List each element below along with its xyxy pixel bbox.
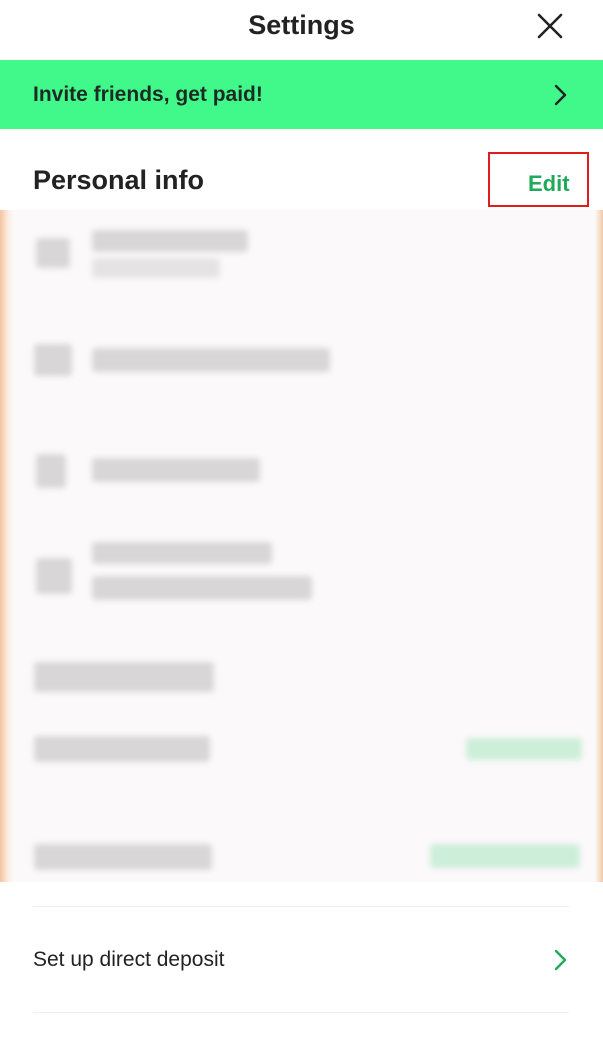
- divider: [33, 906, 569, 907]
- subsection-heading: [34, 662, 214, 692]
- email-icon: [34, 344, 72, 376]
- header-bar: Settings: [0, 0, 603, 58]
- right-edge-highlight: [595, 210, 603, 882]
- divider: [33, 1012, 569, 1013]
- invite-friends-label: Invite friends, get paid!: [33, 83, 263, 106]
- detail-row-value: [430, 844, 580, 868]
- address-line-1: [92, 542, 272, 564]
- name-icon: [36, 238, 70, 268]
- direct-deposit-row[interactable]: Set up direct deposit: [0, 920, 603, 1000]
- detail-row-label: [34, 736, 210, 762]
- personal-info-heading: Personal info: [33, 165, 205, 195]
- address-icon: [36, 558, 72, 594]
- chevron-right-icon: [554, 84, 567, 106]
- page-title: Settings: [248, 10, 355, 40]
- close-icon: [537, 13, 563, 39]
- name-value: [92, 230, 248, 252]
- phone-value: [92, 458, 260, 482]
- detail-row-label: [34, 844, 212, 870]
- email-value: [92, 348, 330, 372]
- left-edge-highlight: [0, 210, 14, 882]
- phone-icon: [36, 454, 66, 488]
- chevron-right-icon: [554, 949, 567, 971]
- edit-button[interactable]: Edit: [528, 171, 570, 197]
- name-subvalue: [92, 258, 220, 278]
- direct-deposit-label: Set up direct deposit: [33, 948, 225, 971]
- invite-friends-banner[interactable]: Invite friends, get paid!: [0, 60, 603, 129]
- address-line-2: [92, 576, 312, 600]
- personal-info-content: [0, 210, 603, 882]
- detail-row-value: [466, 738, 582, 760]
- close-button[interactable]: [535, 11, 565, 41]
